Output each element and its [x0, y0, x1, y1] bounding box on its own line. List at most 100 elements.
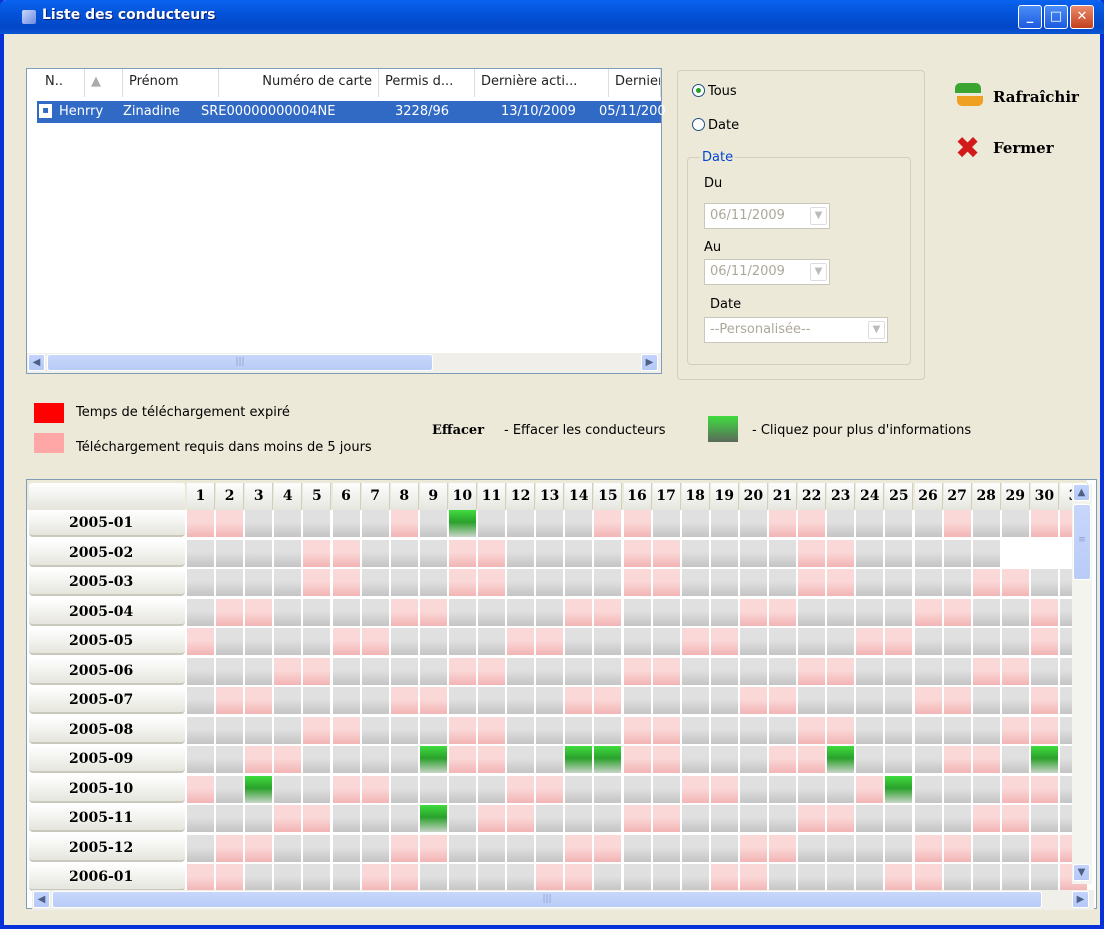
day-cell	[594, 628, 623, 656]
column-derniere-activite[interactable]: Dernière acti...	[475, 69, 609, 97]
day-cell	[739, 539, 768, 568]
day-cell-downloaded[interactable]	[565, 746, 594, 774]
day-cell	[187, 598, 215, 627]
calendar-corner	[29, 483, 185, 510]
list-row[interactable]: ▪ Henrry Zinadine SRE00000000004NE 3228/…	[37, 101, 666, 123]
cell-dernier: 05/11/200	[599, 104, 666, 119]
au-date-picker[interactable]: 06/11/2009 ▼	[704, 259, 830, 285]
scroll-right-icon[interactable]: ▶	[641, 354, 658, 371]
day-cell	[652, 775, 681, 804]
day-cell-downloaded[interactable]	[419, 805, 448, 833]
day-cell-downloaded[interactable]	[885, 775, 914, 804]
day-cell	[216, 510, 245, 538]
column-nom[interactable]: N..	[39, 69, 85, 97]
effacer-label[interactable]: Effacer	[432, 423, 484, 438]
day-cell	[332, 657, 361, 686]
scroll-left-icon[interactable]: ◀	[28, 354, 45, 371]
du-date-picker[interactable]: 06/11/2009 ▼	[704, 203, 830, 229]
column-prenom[interactable]: Prénom	[123, 69, 219, 97]
day-cell	[478, 775, 506, 804]
day-cell	[536, 687, 565, 715]
scroll-up-icon[interactable]: ▲	[1073, 484, 1090, 501]
refresh-icon[interactable]	[955, 82, 983, 108]
day-cell	[885, 834, 914, 863]
day-cell	[361, 539, 390, 568]
close-button[interactable]: Fermer	[993, 139, 1054, 157]
day-cell-downloaded[interactable]	[419, 746, 448, 774]
day-cell	[943, 775, 972, 804]
day-cell	[798, 569, 827, 597]
day-cell	[245, 657, 274, 686]
radio-tous[interactable]: Tous	[692, 84, 737, 99]
day-cell	[623, 569, 652, 597]
day-cell	[216, 746, 245, 774]
day-cell	[594, 716, 623, 745]
day-header: 2	[216, 483, 245, 510]
download-calendar-grid[interactable]: 1 2 3 4 5 6 7 8 9 10 11 12 13 14 15 16 17 18 19 20 21 22 23 24 2…	[26, 479, 1097, 909]
day-cell	[943, 598, 972, 627]
date-select-label: Date	[710, 297, 742, 312]
cell-derniere-activite: 13/10/2009	[501, 104, 576, 119]
day-cell	[361, 834, 390, 863]
day-cell-downloaded[interactable]	[1030, 746, 1059, 774]
grid-hscrollbar[interactable]: ◀ ||| ▶	[32, 890, 1094, 910]
maximize-button[interactable]: □	[1044, 5, 1068, 29]
date-range-select[interactable]: --Personalisée-- ▼	[704, 317, 888, 343]
title-bar[interactable]: Liste des conducteurs _ □ ✕	[0, 0, 1104, 34]
day-cell	[827, 805, 856, 833]
day-cell	[1030, 716, 1059, 745]
scroll-right-icon[interactable]: ▶	[1072, 891, 1089, 908]
day-cell	[245, 510, 274, 538]
day-cell	[216, 687, 245, 715]
column-dernier[interactable]: Dernier ..	[609, 69, 661, 97]
chevron-down-icon[interactable]: ▼	[810, 207, 827, 225]
day-cell	[274, 805, 303, 833]
day-cell	[390, 598, 419, 627]
day-cell	[332, 746, 361, 774]
column-carte[interactable]: Numéro de carte	[219, 69, 379, 97]
day-cell	[245, 569, 274, 597]
close-window-button[interactable]: ✕	[1070, 5, 1094, 29]
grid-hscroll-thumb[interactable]: |||	[52, 891, 1042, 908]
chevron-down-icon[interactable]: ▼	[810, 263, 827, 281]
vscroll-thumb[interactable]: ≡	[1073, 504, 1091, 580]
expand-icon[interactable]: ▪	[39, 104, 52, 118]
day-header: 18	[681, 483, 710, 510]
day-cell	[972, 510, 1001, 538]
chevron-down-icon[interactable]: ▼	[868, 321, 885, 339]
day-cell	[972, 864, 1001, 892]
day-header: 26	[914, 483, 943, 510]
day-cell	[332, 834, 361, 863]
day-cell	[332, 628, 361, 656]
radio-date[interactable]: Date	[692, 118, 739, 133]
day-header: 13	[536, 483, 565, 510]
minimize-button[interactable]: _	[1018, 5, 1042, 29]
day-cell-downloaded[interactable]	[594, 746, 623, 774]
day-cell	[187, 510, 215, 538]
scroll-left-icon[interactable]: ◀	[33, 891, 50, 908]
day-cell-downloaded[interactable]	[827, 746, 856, 774]
day-cell	[914, 775, 943, 804]
month-row-header: 2005-09	[29, 746, 185, 773]
day-cell	[187, 834, 215, 863]
list-hscrollbar[interactable]: ◀ ||| ▶	[27, 353, 661, 373]
day-cell-downloaded[interactable]	[245, 775, 274, 804]
day-cell	[1001, 657, 1030, 686]
column-permis[interactable]: Permis d...	[379, 69, 475, 97]
day-cell	[1001, 805, 1030, 833]
day-cell	[1030, 569, 1059, 597]
close-icon[interactable]: ✖	[955, 134, 980, 164]
day-cell	[303, 687, 332, 715]
day-cell	[652, 805, 681, 833]
day-cell-downloaded[interactable]	[448, 510, 477, 538]
day-cell	[623, 598, 652, 627]
day-cell	[943, 716, 972, 745]
driver-list[interactable]: N.. ▲ Prénom Numéro de carte Permis d...…	[26, 68, 666, 374]
day-cell	[739, 687, 768, 715]
scroll-thumb[interactable]: |||	[47, 354, 433, 371]
day-cell	[361, 805, 390, 833]
scroll-down-icon[interactable]: ▼	[1073, 864, 1090, 881]
day-cell	[710, 628, 739, 656]
refresh-button[interactable]: Rafraîchir	[993, 88, 1079, 106]
grid-vscrollbar[interactable]: ▲ ≡ ▼	[1072, 484, 1092, 884]
